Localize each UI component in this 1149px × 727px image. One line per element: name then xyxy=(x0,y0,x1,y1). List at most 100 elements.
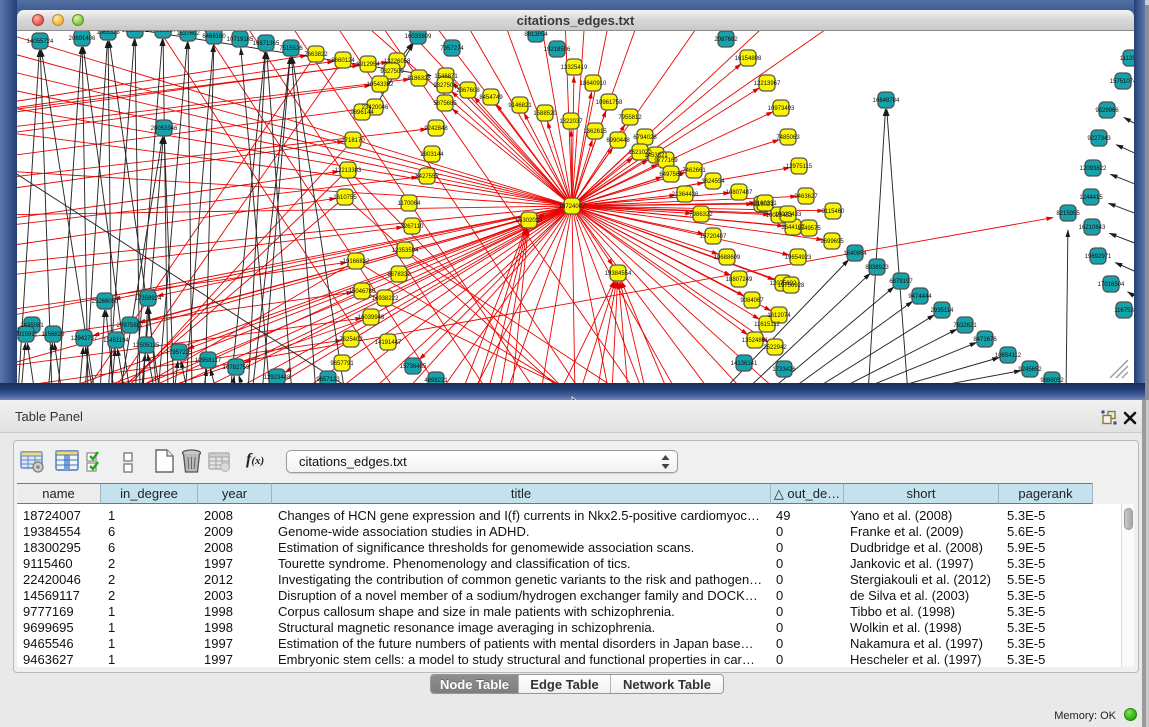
svg-text:6497568: 6497568 xyxy=(659,172,683,178)
svg-text:7663822: 7663822 xyxy=(304,52,328,58)
svg-text:19166822: 19166822 xyxy=(343,259,370,265)
svg-text:8186328: 8186328 xyxy=(407,76,431,82)
svg-text:9329966: 9329966 xyxy=(1095,108,1119,114)
svg-text:12353594: 12353594 xyxy=(392,248,419,254)
svg-text:2522942: 2522942 xyxy=(763,345,787,351)
svg-text:7462661: 7462661 xyxy=(682,168,706,174)
svg-text:7485063: 7485063 xyxy=(776,135,800,141)
svg-text:19756928: 19756928 xyxy=(778,283,805,289)
svg-text:13325419: 13325419 xyxy=(561,65,588,71)
svg-text:1362615: 1362615 xyxy=(583,129,607,135)
svg-text:5875685: 5875685 xyxy=(433,101,457,107)
svg-text:12093822: 12093822 xyxy=(1080,166,1107,172)
svg-text:10807487: 10807487 xyxy=(726,190,753,196)
svg-text:10543362: 10543362 xyxy=(367,82,394,88)
svg-text:10719185: 10719185 xyxy=(227,37,254,43)
svg-text:1065328: 1065328 xyxy=(96,31,120,36)
svg-text:14055724: 14055724 xyxy=(27,39,54,45)
svg-text:9657123: 9657123 xyxy=(316,377,340,383)
svg-text:1612074: 1612074 xyxy=(767,313,791,319)
svg-text:1435081: 1435081 xyxy=(20,323,44,329)
svg-text:9896144: 9896144 xyxy=(350,110,374,116)
svg-text:1640954: 1640954 xyxy=(843,251,867,257)
svg-text:13524861: 13524861 xyxy=(742,338,769,344)
svg-text:16154808: 16154808 xyxy=(735,56,762,62)
svg-text:10958117: 10958117 xyxy=(195,358,222,364)
svg-text:3624554: 3624554 xyxy=(701,179,725,185)
svg-text:8660124: 8660124 xyxy=(331,58,355,64)
svg-text:1322037: 1322037 xyxy=(559,119,583,125)
svg-text:2160331: 2160331 xyxy=(753,201,777,207)
svg-text:8912954: 8912954 xyxy=(356,62,380,68)
svg-text:10654112: 10654112 xyxy=(995,353,1022,359)
svg-text:1546871: 1546871 xyxy=(434,74,458,80)
svg-text:10688609: 10688609 xyxy=(714,255,741,261)
svg-text:16648784: 16648784 xyxy=(873,98,900,104)
svg-text:21364436: 21364436 xyxy=(672,192,699,198)
svg-text:18640910: 18640910 xyxy=(580,81,607,87)
svg-text:1527602: 1527602 xyxy=(176,31,200,37)
svg-text:16671365: 16671365 xyxy=(253,41,280,47)
svg-text:9657791: 9657791 xyxy=(330,361,354,367)
svg-text:9886052: 9886052 xyxy=(1040,378,1064,383)
svg-text:17957225: 17957225 xyxy=(166,350,193,356)
svg-text:14136141: 14136141 xyxy=(731,361,758,367)
svg-text:17016504: 17016504 xyxy=(1098,282,1125,288)
svg-text:3915911: 3915911 xyxy=(17,332,38,338)
svg-text:3267110: 3267110 xyxy=(401,224,425,230)
svg-text:11451194: 11451194 xyxy=(103,338,129,344)
svg-text:18724007: 18724007 xyxy=(559,204,586,210)
svg-text:12213967: 12213967 xyxy=(754,81,781,87)
svg-text:9777169: 9777169 xyxy=(654,158,678,164)
svg-text:6990448: 6990448 xyxy=(606,138,630,144)
svg-text:25266050: 25266050 xyxy=(92,299,119,305)
svg-text:19692971: 19692971 xyxy=(1085,254,1112,260)
svg-text:10961758: 10961758 xyxy=(596,100,623,106)
svg-text:17359924: 17359924 xyxy=(135,296,162,302)
svg-text:8678332: 8678332 xyxy=(387,272,411,278)
svg-text:25302033: 25302033 xyxy=(516,218,543,224)
svg-text:7625402: 7625402 xyxy=(339,337,363,343)
svg-text:16210643: 16210643 xyxy=(1079,225,1106,231)
svg-text:15751074: 15751074 xyxy=(1110,79,1134,85)
svg-text:15046786: 15046786 xyxy=(349,289,376,295)
svg-text:12923448: 12923448 xyxy=(264,375,291,381)
svg-text:7357274: 7357274 xyxy=(440,46,464,52)
svg-text:8813054: 8813054 xyxy=(524,32,548,38)
svg-text:12213383: 12213383 xyxy=(335,168,362,174)
svg-text:20975887: 20975887 xyxy=(117,323,144,329)
svg-text:19654923: 19654923 xyxy=(785,255,812,261)
svg-text:1610755: 1610755 xyxy=(333,195,357,201)
svg-text:12505135: 12505135 xyxy=(133,343,160,349)
svg-text:7986322: 7986322 xyxy=(689,212,713,218)
svg-text:12975115: 12975115 xyxy=(786,164,813,170)
svg-text:9699695: 9699695 xyxy=(820,239,844,245)
svg-text:6794028: 6794028 xyxy=(633,135,657,141)
svg-text:16039948: 16039948 xyxy=(358,315,385,321)
svg-text:7515526: 7515526 xyxy=(279,46,303,52)
svg-text:1156829: 1156829 xyxy=(42,332,66,338)
svg-text:9474444: 9474444 xyxy=(908,294,932,300)
svg-text:9245652: 9245652 xyxy=(1018,367,1042,373)
svg-text:13226058: 13226058 xyxy=(384,59,411,65)
svg-text:7955812: 7955812 xyxy=(618,115,642,121)
svg-text:1588520: 1588520 xyxy=(533,111,557,117)
svg-text:1549575: 1549575 xyxy=(797,226,821,232)
svg-text:10973493: 10973493 xyxy=(768,106,795,112)
svg-text:20053346: 20053346 xyxy=(151,126,178,132)
svg-text:8215955: 8215955 xyxy=(1056,211,1080,217)
svg-text:14191447: 14191447 xyxy=(375,340,402,346)
svg-text:2718170: 2718170 xyxy=(341,138,365,144)
svg-text:9146821: 9146821 xyxy=(508,103,532,109)
svg-text:20691406: 20691406 xyxy=(69,36,96,42)
svg-text:18807249: 18807249 xyxy=(726,277,753,283)
svg-text:1112849: 1112849 xyxy=(1120,56,1134,62)
svg-text:4698221: 4698221 xyxy=(424,378,448,383)
svg-text:10782759: 10782759 xyxy=(223,365,250,371)
svg-text:8471676: 8471676 xyxy=(973,337,997,343)
svg-text:9084067: 9084067 xyxy=(740,298,764,304)
svg-text:10025433: 10025433 xyxy=(775,212,802,218)
svg-text:2367608: 2367608 xyxy=(456,88,480,94)
svg-text:8938923: 8938923 xyxy=(865,265,889,271)
svg-text:9463627: 9463627 xyxy=(794,194,818,200)
